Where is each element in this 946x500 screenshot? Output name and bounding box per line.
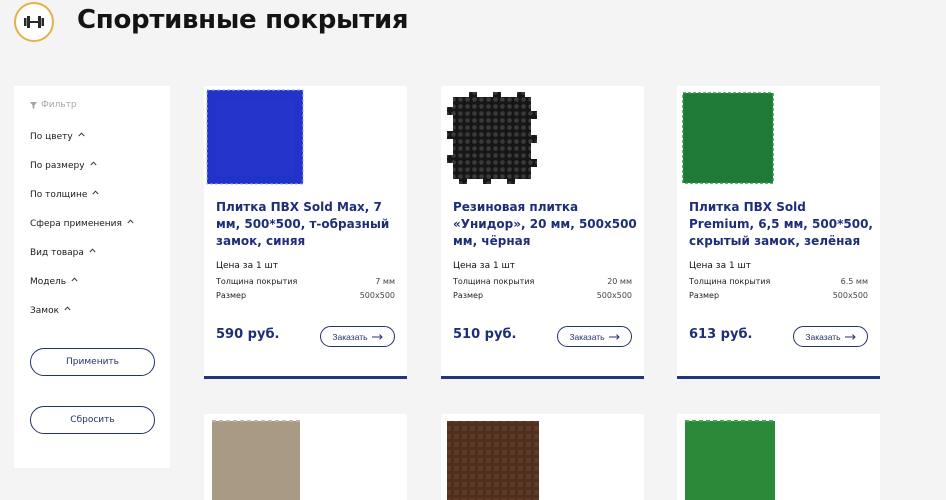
spec-size-label: Размер — [453, 291, 484, 300]
chevron-up-icon — [89, 161, 97, 166]
product-card[interactable]: Резиновая плитка «Унидор», 20 мм, 500х50… — [441, 86, 644, 379]
filter-thickness-label: По толщине — [30, 190, 88, 200]
product-card[interactable]: Плитка ПВХ Sold Premium, 6,5 мм, 500*500… — [677, 86, 880, 379]
filter-thickness[interactable]: По толщине — [30, 190, 134, 219]
spec-thickness: Толщина покрытия 6.5 мм — [689, 277, 868, 289]
spec-thickness: Толщина покрытия 7 мм — [216, 277, 395, 289]
order-button-label: Заказать — [805, 331, 841, 342]
product-price: 510 руб. — [453, 327, 517, 342]
product-image[interactable] — [208, 417, 304, 500]
spec-thickness-value: 6.5 мм — [840, 277, 868, 286]
filter-color[interactable]: По цвету — [30, 132, 134, 161]
product-image[interactable] — [681, 417, 777, 500]
price-unit-label: Цена за 1 шт — [216, 261, 279, 271]
chevron-up-icon — [92, 190, 99, 195]
dumbbell-icon — [24, 16, 44, 28]
spec-thickness-value: 20 мм — [607, 277, 632, 286]
product-card[interactable]: Плитка ПВХ Sold Max, 7 мм, 500*500, т-об… — [204, 86, 407, 379]
product-name[interactable]: Плитка ПВХ Sold Max, 7 мм, 500*500, т-об… — [216, 199, 400, 250]
filter-list: По цвету По размеру По толщине Сфера при… — [30, 132, 134, 335]
spec-thickness-label: Толщина покрытия — [453, 277, 535, 286]
spec-size: Размер 500х500 — [453, 291, 632, 303]
spec-size: Размер 500х500 — [216, 291, 395, 303]
spec-size-value: 500х500 — [596, 291, 632, 300]
reset-button[interactable]: Сбросить — [30, 406, 155, 434]
filter-model[interactable]: Модель — [30, 277, 134, 306]
filter-sidebar: Фильтр По цвету По размеру По толщине Сф… — [14, 86, 170, 468]
filter-model-label: Модель — [30, 277, 67, 287]
product-image[interactable] — [445, 417, 541, 500]
product-card[interactable] — [677, 414, 880, 500]
price-unit-label: Цена за 1 шт — [453, 261, 516, 271]
filter-heading-label: Фильтр — [41, 100, 77, 110]
spec-size-label: Размер — [216, 291, 247, 300]
filter-lock[interactable]: Замок — [30, 306, 134, 335]
chevron-up-icon — [64, 306, 71, 311]
product-card[interactable] — [441, 414, 644, 500]
spec-thickness-label: Толщина покрытия — [689, 277, 771, 286]
filter-lock-label: Замок — [30, 306, 60, 316]
chevron-up-icon — [127, 219, 134, 224]
funnel-icon — [30, 101, 37, 109]
logo[interactable] — [14, 2, 54, 42]
spec-thickness-value: 7 мм — [375, 277, 395, 286]
product-name[interactable]: Плитка ПВХ Sold Premium, 6,5 мм, 500*500… — [689, 199, 873, 250]
page-title: Спортивные покрытия — [77, 5, 409, 35]
order-button[interactable]: Заказать — [793, 326, 868, 347]
product-image[interactable] — [679, 89, 777, 185]
product-name[interactable]: Резиновая плитка «Унидор», 20 мм, 500х50… — [453, 199, 637, 250]
product-image[interactable] — [206, 89, 304, 185]
order-button[interactable]: Заказать — [320, 326, 395, 347]
chevron-up-icon — [78, 132, 85, 137]
arrow-right-icon — [844, 333, 856, 340]
filter-color-label: По цвету — [30, 132, 73, 142]
filter-heading: Фильтр — [30, 100, 77, 110]
filter-size[interactable]: По размеру — [30, 161, 134, 190]
product-price: 613 руб. — [689, 327, 753, 342]
spec-size: Размер 500х500 — [689, 291, 868, 303]
filter-product-type[interactable]: Вид товара — [30, 248, 134, 277]
chevron-up-icon — [89, 248, 96, 253]
arrow-right-icon — [371, 333, 383, 340]
filter-usage-label: Сфера применения — [30, 219, 122, 229]
filter-product-type-label: Вид товара — [30, 248, 84, 258]
spec-thickness-label: Толщина покрытия — [216, 277, 298, 286]
product-price: 590 руб. — [216, 327, 280, 342]
filter-usage[interactable]: Сфера применения — [30, 219, 134, 248]
order-button[interactable]: Заказать — [557, 326, 632, 347]
order-button-label: Заказать — [332, 331, 368, 342]
spec-size-value: 500х500 — [359, 291, 395, 300]
price-unit-label: Цена за 1 шт — [689, 261, 752, 271]
order-button-label: Заказать — [569, 331, 605, 342]
product-card[interactable] — [204, 414, 407, 500]
filter-size-label: По размеру — [30, 161, 85, 171]
chevron-up-icon — [71, 277, 78, 282]
spec-size-value: 500х500 — [832, 291, 868, 300]
spec-thickness: Толщина покрытия 20 мм — [453, 277, 632, 289]
spec-size-label: Размер — [689, 291, 720, 300]
product-image[interactable] — [443, 89, 539, 185]
apply-button[interactable]: Применить — [30, 348, 155, 376]
arrow-right-icon — [608, 333, 620, 340]
